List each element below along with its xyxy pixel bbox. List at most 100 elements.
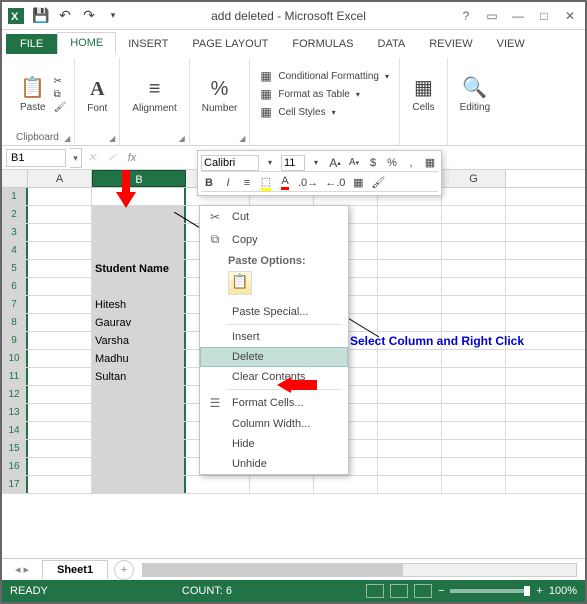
cell-styles-button[interactable]: ▦Cell Styles▾ bbox=[258, 104, 391, 120]
cell-F11[interactable] bbox=[378, 368, 442, 385]
row-header-10[interactable]: 10 bbox=[2, 350, 28, 367]
cell-B11[interactable]: Sultan bbox=[92, 368, 186, 385]
mini-shrink-font[interactable]: A▾ bbox=[346, 154, 362, 172]
cell-A6[interactable] bbox=[28, 278, 92, 295]
cell-A16[interactable] bbox=[28, 458, 92, 475]
row-header-14[interactable]: 14 bbox=[2, 422, 28, 439]
number-button[interactable]: %Number bbox=[198, 76, 242, 116]
cell-F3[interactable] bbox=[378, 224, 442, 241]
ctx-insert[interactable]: Insert bbox=[200, 327, 348, 347]
cell-B14[interactable] bbox=[92, 422, 186, 439]
mini-format-painter[interactable]: 🖌 bbox=[369, 174, 387, 192]
cut-icon[interactable]: ✂ bbox=[54, 76, 67, 87]
view-normal[interactable] bbox=[366, 584, 384, 598]
close-button[interactable]: ✕ bbox=[557, 6, 583, 26]
ctx-paste-special[interactable]: Paste Special... bbox=[200, 302, 348, 322]
ctx-column-width[interactable]: Column Width... bbox=[200, 414, 348, 434]
alignment-launcher[interactable]: ◢ bbox=[179, 134, 185, 143]
ctx-delete[interactable]: Delete bbox=[200, 347, 348, 367]
cell-A12[interactable] bbox=[28, 386, 92, 403]
cell-A1[interactable] bbox=[28, 188, 92, 205]
mini-font-size[interactable] bbox=[281, 155, 305, 171]
font-launcher[interactable]: ◢ bbox=[109, 134, 115, 143]
row-header-9[interactable]: 9 bbox=[2, 332, 28, 349]
number-launcher[interactable]: ◢ bbox=[239, 134, 245, 143]
cell-F15[interactable] bbox=[378, 440, 442, 457]
cell-G12[interactable] bbox=[442, 386, 506, 403]
select-all-corner[interactable] bbox=[2, 170, 28, 187]
cell-B9[interactable]: Varsha bbox=[92, 332, 186, 349]
row-header-12[interactable]: 12 bbox=[2, 386, 28, 403]
tab-review[interactable]: REVIEW bbox=[417, 34, 484, 54]
save-button[interactable]: 💾 bbox=[30, 5, 52, 27]
row-header-4[interactable]: 4 bbox=[2, 242, 28, 259]
cell-A2[interactable] bbox=[28, 206, 92, 223]
mini-fill-color[interactable]: ⬚ bbox=[258, 174, 274, 192]
mini-font-name[interactable] bbox=[201, 155, 259, 171]
maximize-button[interactable]: □ bbox=[531, 6, 557, 26]
fx-button[interactable]: fx bbox=[122, 152, 142, 164]
cell-E17[interactable] bbox=[314, 476, 378, 493]
copy-icon[interactable]: ⧉ bbox=[54, 89, 67, 100]
cell-G8[interactable] bbox=[442, 314, 506, 331]
cell-G3[interactable] bbox=[442, 224, 506, 241]
cell-F7[interactable] bbox=[378, 296, 442, 313]
tab-data[interactable]: DATA bbox=[366, 34, 418, 54]
row-header-5[interactable]: 5 bbox=[2, 260, 28, 277]
paste-button[interactable]: 📋Paste bbox=[16, 73, 50, 115]
col-header-b[interactable]: B bbox=[92, 170, 186, 187]
cell-G1[interactable] bbox=[442, 188, 506, 205]
ctx-copy[interactable]: ⧉Copy bbox=[200, 228, 348, 251]
cell-F16[interactable] bbox=[378, 458, 442, 475]
cell-F14[interactable] bbox=[378, 422, 442, 439]
cell-C17[interactable] bbox=[186, 476, 250, 493]
redo-button[interactable]: ↷ bbox=[78, 5, 100, 27]
cell-G4[interactable] bbox=[442, 242, 506, 259]
cell-G6[interactable] bbox=[442, 278, 506, 295]
cell-B16[interactable] bbox=[92, 458, 186, 475]
row-header-11[interactable]: 11 bbox=[2, 368, 28, 385]
cell-A11[interactable] bbox=[28, 368, 92, 385]
row-header-13[interactable]: 13 bbox=[2, 404, 28, 421]
row-header-6[interactable]: 6 bbox=[2, 278, 28, 295]
name-box-dropdown[interactable]: ▾ bbox=[70, 148, 82, 168]
tab-home[interactable]: HOME bbox=[57, 32, 116, 54]
ctx-cut[interactable]: ✂Cut bbox=[200, 206, 348, 228]
cell-G7[interactable] bbox=[442, 296, 506, 313]
cell-B2[interactable] bbox=[92, 206, 186, 223]
cell-G16[interactable] bbox=[442, 458, 506, 475]
mini-grow-font[interactable]: A▴ bbox=[327, 154, 343, 172]
tab-page-layout[interactable]: PAGE LAYOUT bbox=[180, 34, 280, 54]
cell-F2[interactable] bbox=[378, 206, 442, 223]
enter-fx[interactable]: ✓ bbox=[102, 151, 122, 164]
sheet-nav[interactable]: ◂ ▸ bbox=[2, 563, 42, 576]
clipboard-launcher[interactable]: ◢ bbox=[64, 134, 70, 143]
mini-dec-decimal[interactable]: .0→ bbox=[296, 174, 320, 192]
qat-customize[interactable]: ▾ bbox=[102, 5, 124, 27]
zoom-in[interactable]: + bbox=[536, 585, 542, 597]
help-button[interactable]: ? bbox=[453, 6, 479, 26]
row-header-2[interactable]: 2 bbox=[2, 206, 28, 223]
cell-G5[interactable] bbox=[442, 260, 506, 277]
cell-A4[interactable] bbox=[28, 242, 92, 259]
sheet-tab-1[interactable]: Sheet1 bbox=[42, 560, 108, 579]
cell-F10[interactable] bbox=[378, 350, 442, 367]
font-button[interactable]: AFont bbox=[83, 76, 111, 116]
cell-A9[interactable] bbox=[28, 332, 92, 349]
cell-G11[interactable] bbox=[442, 368, 506, 385]
cell-F12[interactable] bbox=[378, 386, 442, 403]
paste-option-1[interactable] bbox=[228, 271, 252, 295]
cell-B7[interactable]: Hitesh bbox=[92, 296, 186, 313]
cell-B13[interactable] bbox=[92, 404, 186, 421]
cell-A7[interactable] bbox=[28, 296, 92, 313]
conditional-formatting-button[interactable]: ▦Conditional Formatting▾ bbox=[258, 68, 391, 84]
row-header-7[interactable]: 7 bbox=[2, 296, 28, 313]
cell-F5[interactable] bbox=[378, 260, 442, 277]
format-painter-icon[interactable]: 🖌 bbox=[54, 102, 67, 113]
row-header-3[interactable]: 3 bbox=[2, 224, 28, 241]
cell-B5[interactable]: Student Name bbox=[92, 260, 186, 277]
cell-A13[interactable] bbox=[28, 404, 92, 421]
cell-B8[interactable]: Gaurav bbox=[92, 314, 186, 331]
mini-italic[interactable]: I bbox=[220, 174, 236, 192]
cell-G13[interactable] bbox=[442, 404, 506, 421]
